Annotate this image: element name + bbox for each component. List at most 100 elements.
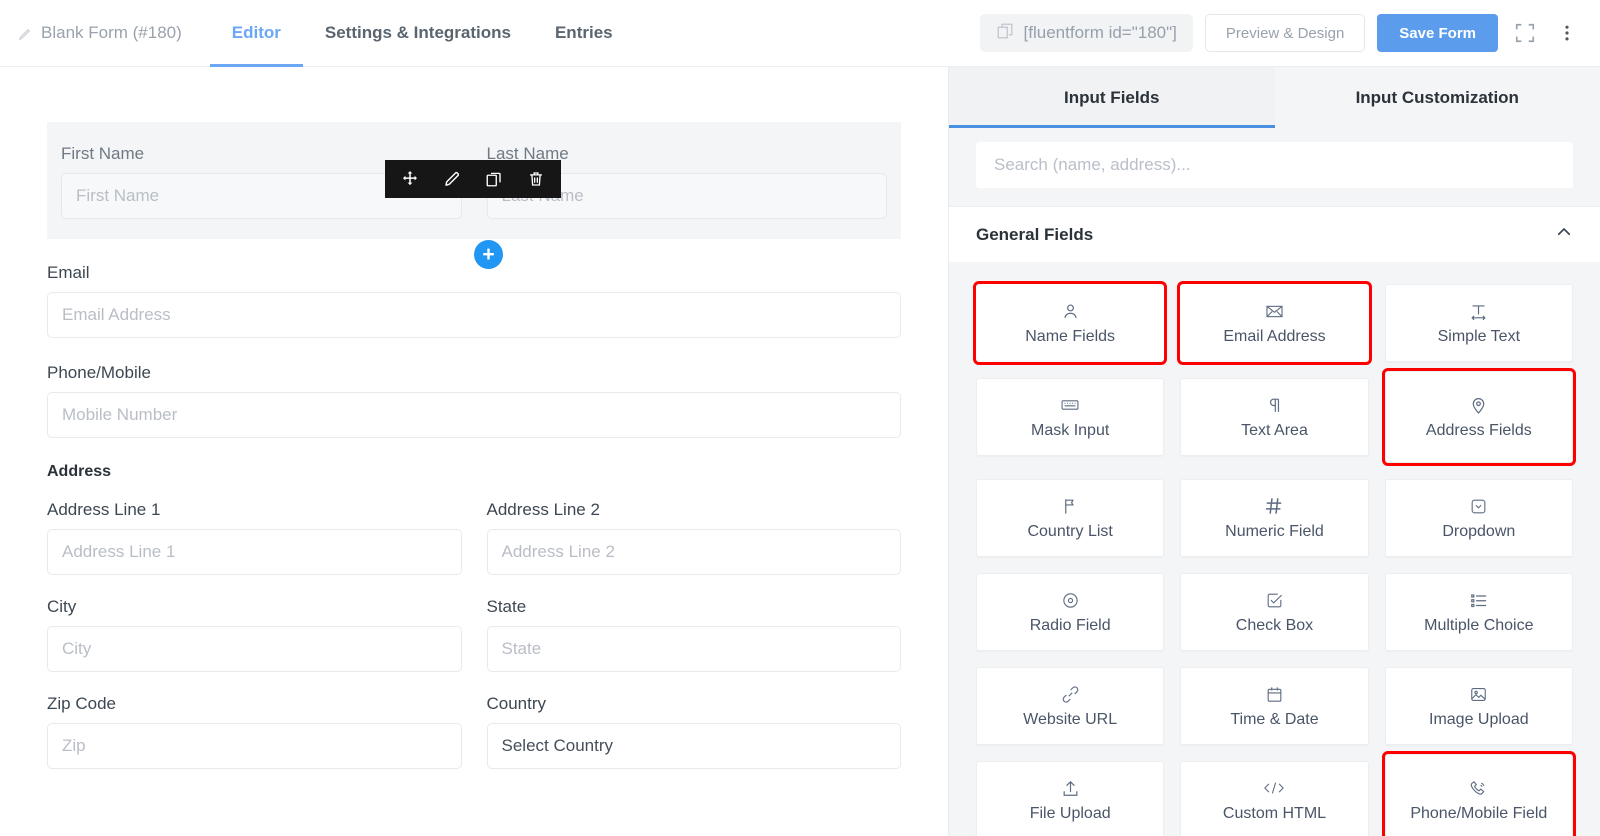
phone-icon [1469, 777, 1488, 799]
field-state[interactable]: State State [486, 597, 901, 672]
field-card-address-fields[interactable]: Address Fields [1381, 368, 1576, 466]
field-card-label: Text Area [1241, 422, 1308, 439]
field-card-label: Numeric Field [1225, 523, 1324, 540]
user-icon [1061, 300, 1080, 322]
nav-tab-editor-label: Editor [231, 23, 281, 42]
main-nav: Editor Settings & Integrations Entries [209, 0, 635, 67]
copy-icon[interactable] [475, 160, 513, 198]
element-action-toolbar [385, 160, 561, 198]
field-card-label: Multiple Choice [1424, 617, 1534, 634]
city-input[interactable]: City [47, 626, 462, 672]
email-label: Email [47, 263, 90, 282]
tab-input-fields[interactable]: Input Fields [949, 67, 1275, 128]
field-card-label: Website URL [1023, 711, 1118, 728]
field-card-check-box[interactable]: Check Box [1180, 573, 1369, 651]
field-card-country-list[interactable]: Country List [976, 479, 1165, 557]
field-card-text-area[interactable]: Text Area [1180, 378, 1369, 456]
nav-tab-settings-label: Settings & Integrations [324, 23, 511, 42]
field-card-image-upload[interactable]: Image Upload [1384, 667, 1573, 745]
zip-code-input[interactable]: Zip [47, 723, 462, 769]
form-field-email[interactable]: Email Email Address [47, 263, 901, 338]
form-field-phone[interactable]: Phone/Mobile Mobile Number [47, 363, 901, 438]
general-fields-section-header[interactable]: General Fields [949, 206, 1600, 262]
field-card-phone-mobile-field[interactable]: Phone/Mobile Field [1381, 751, 1576, 836]
phone-label: Phone/Mobile [47, 363, 151, 382]
text-width-icon [1469, 300, 1488, 322]
state-label: State [486, 597, 527, 616]
top-bar: Blank Form (#180) Editor Settings & Inte… [0, 0, 1600, 67]
address-line-2-label: Address Line 2 [486, 500, 600, 519]
form-field-address-group[interactable]: Address Address Line 1 Address Line 1 Ad… [47, 463, 901, 769]
trash-icon[interactable] [517, 160, 555, 198]
field-zip-code[interactable]: Zip Code Zip [47, 694, 462, 769]
field-card-label: Address Fields [1425, 422, 1532, 439]
kebab-menu-icon[interactable] [1552, 18, 1582, 48]
field-card-label: Radio Field [1029, 617, 1111, 634]
field-country[interactable]: Country Select Country [486, 694, 901, 769]
nav-tab-entries-label: Entries [554, 23, 613, 42]
field-card-label: Phone/Mobile Field [1410, 805, 1548, 822]
field-address-line-2[interactable]: Address Line 2 Address Line 2 [486, 500, 901, 575]
upload-icon [1061, 777, 1080, 799]
field-card-custom-html[interactable]: Custom HTML [1180, 761, 1369, 836]
pencil-icon[interactable] [433, 160, 471, 198]
state-input[interactable]: State [486, 626, 901, 672]
field-card-radio-field[interactable]: Radio Field [976, 573, 1165, 651]
field-city[interactable]: City City [47, 597, 462, 672]
nav-tab-entries[interactable]: Entries [533, 0, 635, 67]
field-card-label: Name Fields [1025, 328, 1116, 345]
form-editor-canvas: First Name First Name Last Name Last Nam… [0, 67, 948, 836]
country-select[interactable]: Select Country [486, 723, 901, 769]
field-card-website-url[interactable]: Website URL [976, 667, 1165, 745]
field-card-label: File Upload [1029, 805, 1111, 822]
field-card-label: Time & Date [1230, 711, 1319, 728]
field-card-label: Simple Text [1437, 328, 1521, 345]
field-card-label: Custom HTML [1222, 805, 1327, 822]
calendar-icon [1265, 683, 1284, 705]
address-line-1-input[interactable]: Address Line 1 [47, 529, 462, 575]
field-card-name-fields[interactable]: Name Fields [972, 281, 1168, 365]
add-field-button[interactable]: + [474, 240, 503, 269]
address-line-2-input[interactable]: Address Line 2 [486, 529, 901, 575]
preview-design-button[interactable]: Preview & Design [1204, 14, 1366, 52]
address-group-label: Address [47, 463, 112, 480]
dropdown-icon [1469, 495, 1488, 517]
field-card-dropdown[interactable]: Dropdown [1384, 479, 1573, 557]
tab-input-customization[interactable]: Input Customization [1275, 67, 1600, 128]
search-input[interactable] [976, 142, 1573, 188]
field-card-multiple-choice[interactable]: Multiple Choice [1384, 573, 1573, 651]
keyboard-icon [1060, 394, 1080, 416]
nav-tab-settings[interactable]: Settings & Integrations [303, 0, 533, 67]
shortcode-copy-field[interactable]: [fluentform id="180"] [979, 14, 1193, 52]
form-title[interactable]: Blank Form (#180) [18, 23, 182, 43]
field-card-numeric-field[interactable]: Numeric Field [1180, 479, 1369, 557]
field-card-label: Mask Input [1031, 422, 1110, 439]
copy-icon [996, 22, 1014, 45]
field-address-line-1[interactable]: Address Line 1 Address Line 1 [47, 500, 462, 575]
checkbox-icon [1265, 589, 1284, 611]
envelope-icon [1265, 300, 1284, 322]
fullscreen-icon[interactable] [1510, 18, 1540, 48]
field-card-mask-input[interactable]: Mask Input [976, 378, 1165, 456]
map-pin-icon [1469, 394, 1488, 416]
panel-search-wrap [949, 128, 1600, 206]
nav-tab-editor[interactable]: Editor [209, 0, 304, 67]
field-card-email-address[interactable]: Email Address [1177, 281, 1372, 365]
zip-code-label: Zip Code [47, 694, 116, 713]
form-field-name-row[interactable]: First Name First Name Last Name Last Nam… [47, 122, 901, 269]
paragraph-icon [1265, 394, 1284, 416]
move-icon[interactable] [391, 160, 429, 198]
panel-tabs: Input Fields Input Customization [949, 67, 1600, 128]
code-icon [1261, 777, 1287, 799]
phone-input[interactable]: Mobile Number [47, 392, 901, 438]
field-card-time-date[interactable]: Time & Date [1180, 667, 1369, 745]
email-input[interactable]: Email Address [47, 292, 901, 338]
field-card-simple-text[interactable]: Simple Text [1384, 284, 1573, 362]
chevron-up-icon[interactable] [1555, 223, 1573, 246]
save-form-button[interactable]: Save Form [1377, 14, 1498, 52]
country-label: Country [486, 694, 547, 713]
field-card-file-upload[interactable]: File Upload [976, 761, 1165, 836]
field-card-label: Email Address [1223, 328, 1326, 345]
flag-icon [1061, 495, 1080, 517]
radio-icon [1061, 589, 1080, 611]
